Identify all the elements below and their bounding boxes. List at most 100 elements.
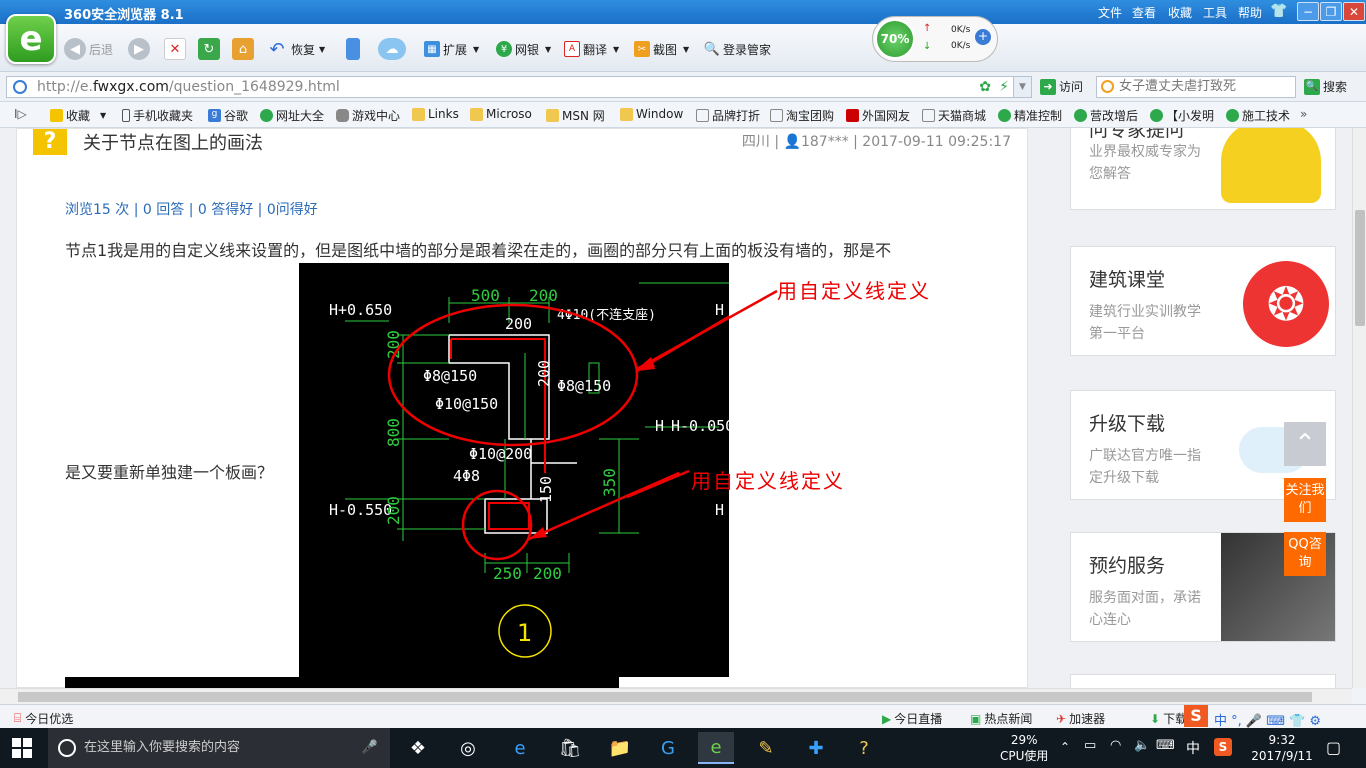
menu-file[interactable]: 文件: [1098, 4, 1122, 21]
forward-button[interactable]: ▶: [128, 38, 153, 60]
sidebar-card-course[interactable]: 建筑课堂 建筑行业实训教学第一平台 ❂: [1070, 246, 1336, 356]
help-app-icon[interactable]: ?: [846, 732, 882, 764]
store-icon[interactable]: 🛍: [552, 732, 588, 764]
bookmark-msn[interactable]: MSN 网: [546, 107, 605, 124]
menu-help[interactable]: 帮助: [1238, 4, 1262, 21]
back-to-top-icon[interactable]: ⌃: [1284, 422, 1326, 466]
task-view-icon[interactable]: ❖: [400, 732, 436, 764]
bookmark-taobao[interactable]: 淘宝团购: [770, 107, 834, 124]
translate-button[interactable]: A 翻译 ▼: [564, 38, 619, 60]
microphone-icon[interactable]: 🎤: [362, 728, 378, 768]
speed-plus-icon[interactable]: +: [975, 29, 991, 45]
bookmark-sites[interactable]: 网址大全: [260, 107, 324, 124]
page-icon: [696, 109, 709, 122]
clock[interactable]: 9:32 2017/9/11: [1242, 732, 1322, 764]
sogou-ime-icon[interactable]: S: [1184, 705, 1208, 727]
cloud-button[interactable]: ☁: [378, 38, 409, 60]
file-explorer-icon[interactable]: 📁: [602, 732, 638, 764]
visit-button[interactable]: ➜ 访问: [1040, 78, 1083, 95]
bookmark-brand[interactable]: 品牌打折: [696, 107, 760, 124]
more-bookmarks-icon[interactable]: »: [1300, 107, 1307, 121]
battery-icon[interactable]: ▭: [1084, 738, 1096, 753]
sogou-tray-icon[interactable]: S: [1214, 738, 1232, 756]
horizontal-scrollbar[interactable]: [0, 688, 1352, 704]
browser-logo-icon[interactable]: e: [6, 14, 56, 64]
bookmark-windows[interactable]: Window: [620, 107, 683, 121]
notification-icon[interactable]: ▢: [1326, 738, 1341, 757]
stop-button[interactable]: ✕: [164, 38, 189, 60]
status-download[interactable]: ⬇ 下载: [1150, 710, 1187, 727]
stop-icon: ✕: [164, 38, 186, 60]
horizontal-scroll-thumb[interactable]: [18, 692, 1312, 702]
volume-icon[interactable]: 🔈: [1134, 738, 1150, 753]
restore-button[interactable]: ↶ 恢复 ▼: [266, 38, 325, 60]
follow-us-button[interactable]: 关注我们: [1284, 478, 1326, 522]
search-button[interactable]: 🔍 搜索: [1304, 78, 1347, 95]
menu-favorites[interactable]: 收藏: [1168, 4, 1192, 21]
sidebar-card-expert[interactable]: 问专家提问 业界最权威专家为您解答: [1070, 128, 1336, 210]
status-today-picks[interactable]: ⌸ 今日优选: [14, 710, 73, 727]
bookmark-foreign[interactable]: 外国网友: [846, 107, 910, 124]
refresh-small-icon[interactable]: ✿: [979, 77, 991, 97]
menu-view[interactable]: 查看: [1132, 4, 1156, 21]
taskbar-search-input[interactable]: 在这里输入你要搜索的内容 🎤: [48, 728, 390, 768]
status-accelerator[interactable]: ✈ 加速器: [1056, 710, 1105, 727]
network-speed-widget[interactable]: 70% ↑ 0K/s ↓ 0K/s +: [872, 16, 998, 62]
refresh-button[interactable]: ↻: [198, 38, 223, 60]
vertical-scrollbar[interactable]: [1352, 128, 1366, 688]
bank-button[interactable]: ¥ 网银 ▼: [496, 38, 551, 60]
glodon-icon[interactable]: G: [650, 732, 686, 764]
course-logo-icon: ❂: [1243, 261, 1329, 347]
rocket-icon: ✈: [1056, 711, 1067, 726]
bookmark-mobile[interactable]: 手机收藏夹: [122, 107, 193, 124]
bookmark-tmall[interactable]: 天猫商城: [922, 107, 986, 124]
sidebar-toggle-icon[interactable]: I▷: [14, 107, 27, 121]
lightning-icon[interactable]: ⚡: [999, 77, 1009, 97]
bookmark-games[interactable]: 游戏中心: [336, 107, 400, 124]
wifi-icon[interactable]: ◠: [1110, 738, 1121, 753]
bookmark-vat[interactable]: 营改增后: [1074, 107, 1138, 124]
maximize-button[interactable]: ❐: [1320, 2, 1342, 21]
extend-button[interactable]: ▦ 扩展 ▼: [424, 38, 479, 60]
windows-start-icon[interactable]: [12, 738, 32, 758]
mobile-button[interactable]: [346, 38, 363, 60]
flag-icon: [846, 109, 859, 122]
status-live[interactable]: ▶ 今日直播: [882, 710, 942, 727]
screenshot-button[interactable]: ✂ 截图 ▼: [634, 38, 689, 60]
notes-icon[interactable]: ✎: [748, 732, 784, 764]
edge-icon[interactable]: e: [502, 732, 538, 764]
qq-consult-button[interactable]: QQ咨询: [1284, 532, 1326, 576]
status-news[interactable]: ▣ 热点新闻: [970, 710, 1032, 727]
taskbar-app-icon[interactable]: ◎: [450, 732, 486, 764]
menu-tools[interactable]: 工具: [1203, 4, 1227, 21]
bookmark-links[interactable]: Links: [412, 107, 459, 121]
cpu-usage[interactable]: 29% CPU使用: [1000, 732, 1048, 764]
bookmark-google[interactable]: g 谷歌: [208, 107, 248, 124]
translate-icon: A: [564, 41, 580, 57]
tool-icon[interactable]: ✚: [798, 732, 834, 764]
keyboard-icon[interactable]: ⌨: [1156, 738, 1175, 753]
bookmark-construction[interactable]: 施工技术: [1226, 107, 1290, 124]
url-input[interactable]: http://e.fwxgx.com/question_1648929.html…: [6, 76, 1032, 98]
search-input[interactable]: 女子遭丈夫虐打致死: [1096, 76, 1296, 98]
forward-arrow-icon: ▶: [128, 38, 150, 60]
bookmark-precise[interactable]: 精准控制: [998, 107, 1062, 124]
browser-360-icon[interactable]: e: [698, 732, 734, 764]
close-button[interactable]: ✕: [1343, 2, 1365, 21]
minimize-button[interactable]: −: [1297, 2, 1319, 21]
vertical-scroll-thumb[interactable]: [1355, 210, 1365, 326]
bookmark-favorites[interactable]: 收藏 ▼: [50, 107, 106, 124]
skin-icon[interactable]: 👕: [1270, 3, 1287, 19]
chat-icon: [998, 109, 1011, 122]
back-button[interactable]: ◀ 后退: [64, 38, 113, 60]
url-dropdown-icon[interactable]: ▼: [1013, 77, 1031, 97]
ime-toolbar[interactable]: 中 °, 🎤 ⌨ 👕 ⚙: [1214, 710, 1321, 729]
home-button[interactable]: ⌂: [232, 38, 257, 60]
question-stats[interactable]: 浏览15 次 | 0 回答 | 0 答得好 | 0问得好: [65, 199, 318, 219]
login-manager-button[interactable]: 🔍 登录管家: [704, 38, 771, 60]
bookmark-invention[interactable]: 【小发明: [1150, 107, 1214, 124]
tray-expand-icon[interactable]: ⌃: [1060, 740, 1070, 754]
bookmark-microsoft[interactable]: Microso: [470, 107, 532, 121]
ime-indicator[interactable]: 中: [1186, 738, 1200, 758]
cad-rebar6: 4Φ8: [453, 467, 480, 485]
